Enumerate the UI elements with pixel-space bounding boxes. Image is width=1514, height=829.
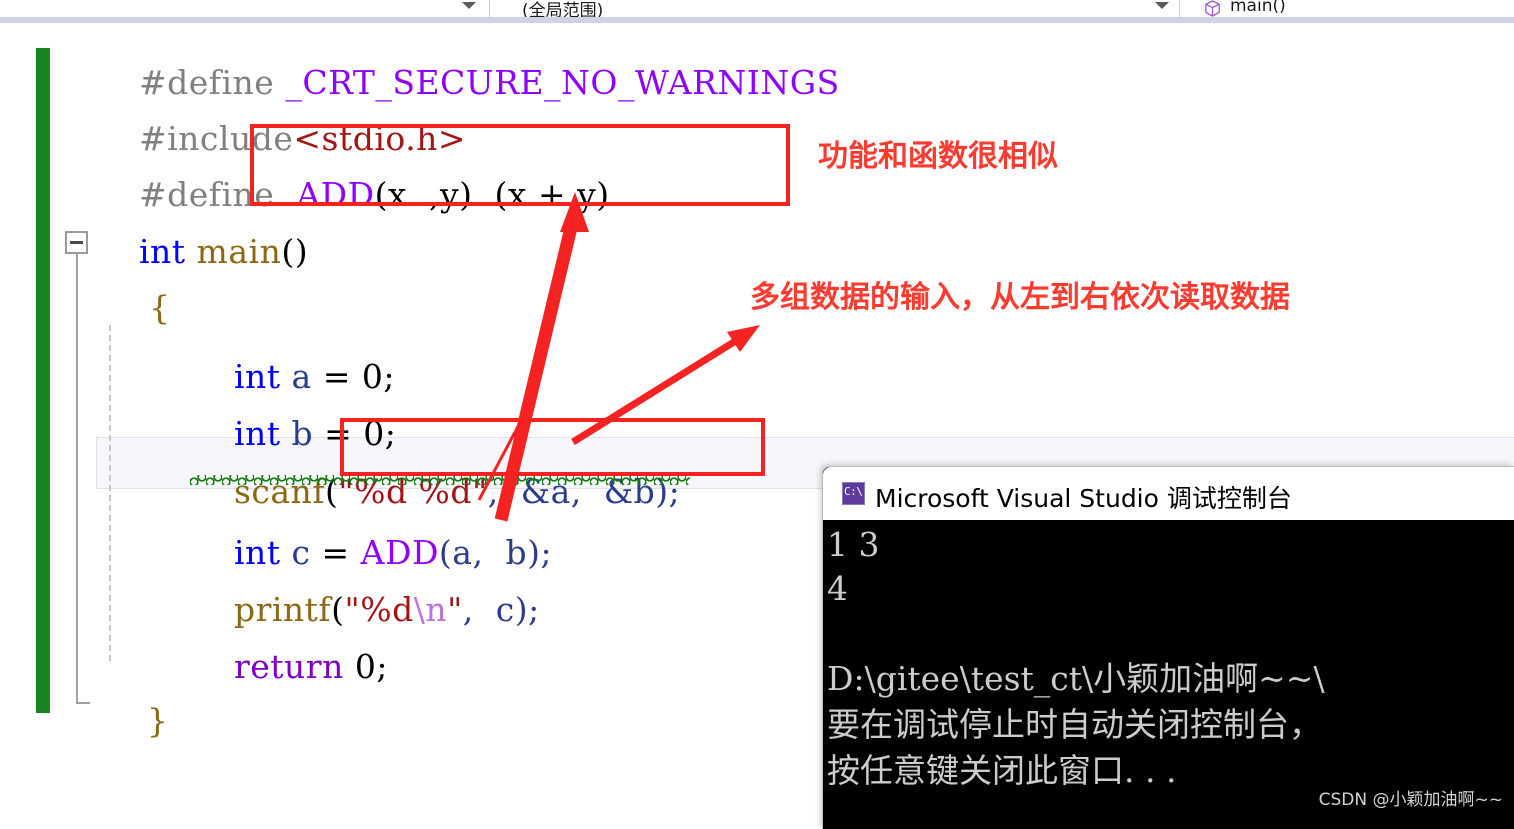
token-printf-format-end: " bbox=[447, 590, 463, 629]
console-window-title: Microsoft Visual Studio 调试控制台 bbox=[875, 484, 1292, 513]
code-line-12: } bbox=[103, 671, 168, 770]
code-line-5: { bbox=[105, 258, 170, 357]
token-parens: () bbox=[281, 232, 309, 271]
token-brace-open: { bbox=[148, 288, 171, 327]
console-line: D:\gitee\test_ct\小颖加油啊~~\ bbox=[827, 659, 1325, 698]
annotation-box-define-add bbox=[250, 124, 790, 206]
annotation-text-define: 功能和函数很相似 bbox=[818, 139, 1058, 174]
console-icon-glyph: C:\ bbox=[844, 485, 863, 498]
outlining-guide-line bbox=[76, 254, 78, 704]
error-squiggle-underline bbox=[190, 475, 690, 485]
csdn-watermark: CSDN @小颖加油啊~~ bbox=[1318, 790, 1503, 810]
saved-change-indicator-bar bbox=[36, 48, 50, 713]
collapse-minus-icon[interactable] bbox=[65, 231, 88, 254]
console-app-icon: C:\ bbox=[842, 482, 865, 505]
console-title-bar[interactable]: C:\ Microsoft Visual Studio 调试控制台 bbox=[823, 467, 1514, 520]
token-brace-close: } bbox=[146, 701, 169, 740]
token-printf-args: , c); bbox=[462, 590, 540, 629]
code-line-11: return 0; bbox=[190, 617, 388, 716]
console-line: 4 bbox=[827, 569, 848, 608]
outlining-guide-foot bbox=[76, 702, 90, 704]
token-printf-escape: \n bbox=[413, 590, 448, 629]
method-cube-icon bbox=[1205, 0, 1220, 17]
editor-margin-separator bbox=[52, 46, 53, 714]
debug-console-window[interactable]: C:\ Microsoft Visual Studio 调试控制台 1 3 4 … bbox=[822, 466, 1514, 829]
indent-guide-line bbox=[109, 325, 111, 661]
token-main: main bbox=[196, 232, 282, 271]
chevron-down-icon[interactable] bbox=[1155, 2, 1169, 9]
editor-navigation-bar: (全局范围) main() bbox=[0, 0, 1514, 21]
project-dropdown[interactable] bbox=[0, 0, 490, 17]
console-output-area[interactable]: 1 3 4 D:\gitee\test_ct\小颖加油啊~~\ 要在调试停止时自… bbox=[823, 520, 1514, 829]
console-line: 1 3 bbox=[827, 525, 880, 564]
token-return: return bbox=[233, 647, 344, 686]
chevron-down-icon[interactable] bbox=[462, 2, 476, 9]
annotation-text-scanf: 多组数据的输入，从左到右依次读取数据 bbox=[750, 280, 1290, 315]
annotation-box-scanf-args bbox=[340, 418, 765, 476]
console-line: 按任意键关闭此窗口. . . bbox=[827, 751, 1177, 790]
member-dropdown-label: main() bbox=[1230, 0, 1286, 16]
console-line: 要在调试停止时自动关闭控制台， bbox=[827, 705, 1322, 744]
scope-dropdown[interactable] bbox=[512, 0, 1180, 17]
token-return-value: 0; bbox=[343, 647, 388, 686]
